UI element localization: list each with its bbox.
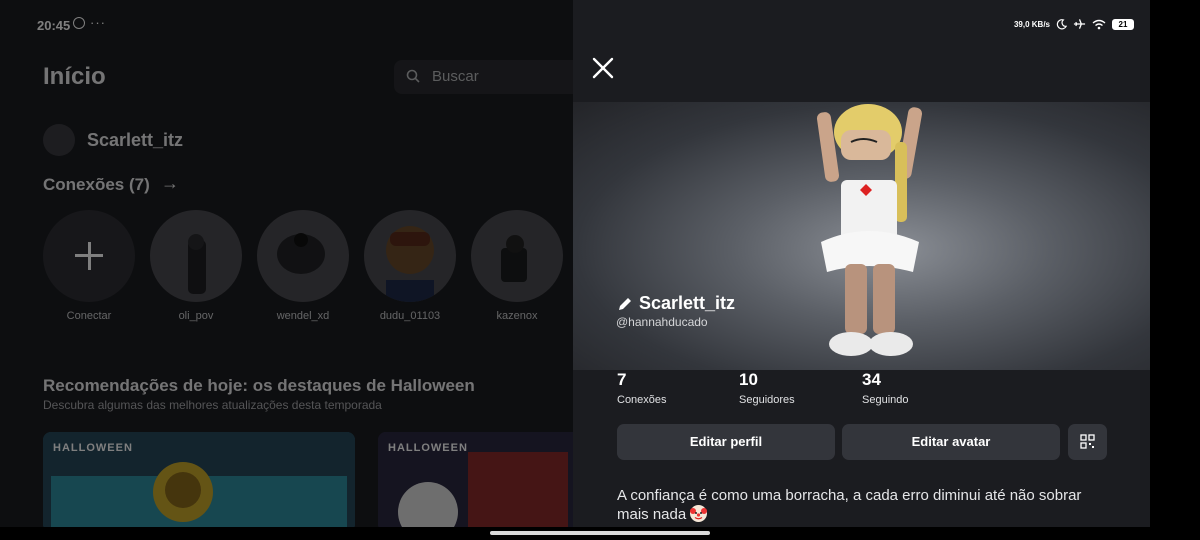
profile-handle: @hannahducado: [616, 315, 708, 329]
status-icons: 39,0 KB/s 21: [1014, 18, 1134, 30]
stat-label: Conexões: [617, 394, 667, 406]
stat-label: Seguidores: [739, 394, 795, 406]
battery-icon: 21: [1112, 18, 1134, 30]
clown-face-icon: [690, 505, 708, 522]
stat-value: 34: [862, 370, 881, 389]
stat-followers[interactable]: 10 Seguidores: [739, 370, 795, 406]
close-icon[interactable]: [589, 54, 617, 82]
avatar-stage: [573, 102, 1150, 370]
qr-code-button[interactable]: [1068, 424, 1107, 460]
edit-avatar-button[interactable]: Editar avatar: [842, 424, 1060, 460]
bio-text: A confiança é como uma borracha, a cada …: [617, 487, 1082, 523]
stat-value: 10: [739, 370, 758, 389]
stat-value: 7: [617, 370, 627, 389]
stat-connections[interactable]: 7 Conexões: [617, 370, 667, 406]
profile-bio: A confiança é como uma borracha, a cada …: [617, 486, 1107, 524]
qr-code-icon: [1080, 434, 1095, 449]
pencil-icon[interactable]: [617, 296, 633, 312]
wifi-icon: [1092, 19, 1106, 29]
airplane-icon: [1073, 19, 1086, 29]
profile-display-name[interactable]: Scarlett_itz: [617, 293, 735, 314]
stat-following[interactable]: 34 Seguindo: [862, 370, 909, 406]
edit-profile-button[interactable]: Editar perfil: [617, 424, 835, 460]
profile-panel: 39,0 KB/s 21 Scarlett_itz @hannahducado …: [573, 0, 1150, 527]
avatar-3d: [816, 104, 923, 356]
net-speed: 39,0 KB/s: [1013, 19, 1050, 29]
gesture-nav-handle[interactable]: [490, 531, 710, 535]
display-name-text: Scarlett_itz: [639, 293, 736, 313]
stat-label: Seguindo: [862, 394, 909, 406]
moon-icon: [1056, 18, 1067, 29]
